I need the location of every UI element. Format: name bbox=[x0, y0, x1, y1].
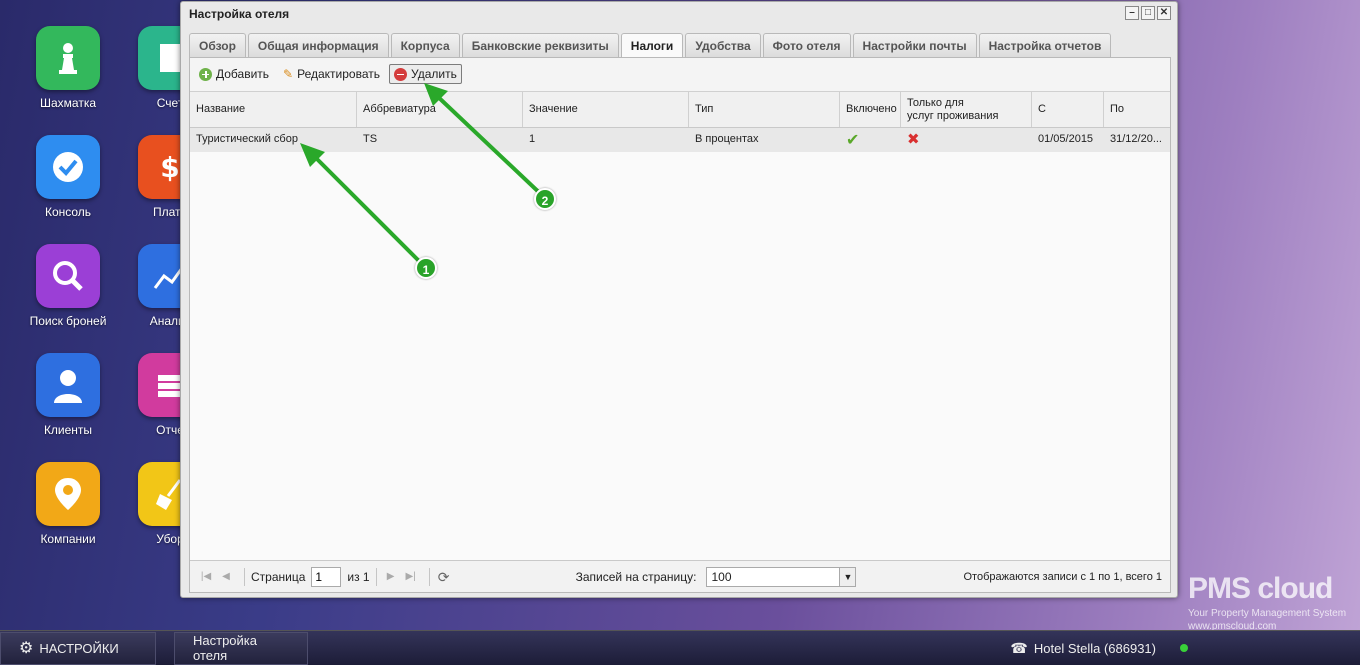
phone-icon: ☎ bbox=[1010, 639, 1028, 656]
desktop-icon-console[interactable]: Консоль bbox=[13, 135, 123, 219]
records-summary: Отображаются записи с 1 по 1, всего 1 bbox=[963, 570, 1163, 583]
person-icon bbox=[36, 353, 100, 417]
desktop-icon-search-bookings[interactable]: Поиск броней bbox=[13, 244, 123, 328]
add-button-label: Добавить bbox=[216, 67, 270, 81]
prev-page-icon[interactable]: ◀ bbox=[218, 569, 234, 585]
pmscloud-logo: PMS cloud Your Property Management Syste… bbox=[1188, 572, 1346, 632]
close-icon[interactable]: ✕ bbox=[1157, 6, 1171, 20]
tab-bank-details[interactable]: Банковские реквизиты bbox=[461, 33, 619, 57]
settings-button-label: НАСТРОЙКИ bbox=[39, 640, 119, 656]
column-header-abbreviation[interactable]: Аббревиатура bbox=[357, 92, 523, 127]
tab-report-settings[interactable]: Настройка отчетов bbox=[978, 33, 1112, 57]
desktop-icon-label: Консоль bbox=[44, 205, 92, 219]
separator bbox=[244, 567, 245, 586]
taskbar: ⚙ НАСТРОЙКИ Настройка отеля ☎ Hotel Stel… bbox=[0, 630, 1360, 665]
annotation-badge-2: 2 bbox=[534, 188, 556, 210]
column-header-from[interactable]: С bbox=[1032, 92, 1104, 127]
column-header-value[interactable]: Значение bbox=[523, 92, 689, 127]
delete-icon bbox=[394, 67, 408, 81]
per-page-label: Записей на страницу: bbox=[575, 569, 697, 584]
cell-type: В процентах bbox=[695, 133, 759, 145]
minimize-icon[interactable]: – bbox=[1125, 6, 1139, 20]
hotel-name: Hotel Stella (686931) bbox=[1033, 640, 1156, 656]
pencil-icon: ✎ bbox=[283, 67, 294, 81]
pager: |◀ ◀ Страница из 1 ▶ ▶| ⟳ Записей на стр… bbox=[190, 560, 1170, 592]
table-row[interactable]: Туристический сбор TS 1 В процентах ✔ ✖ … bbox=[190, 128, 1170, 152]
tab-taxes[interactable]: Налоги bbox=[620, 33, 684, 58]
settings-button[interactable]: ⚙ НАСТРОЙКИ bbox=[0, 631, 156, 665]
window-controls: – □ ✕ bbox=[1125, 6, 1171, 20]
cell-from: 01/05/2015 bbox=[1038, 133, 1094, 145]
delete-button[interactable]: Удалить bbox=[389, 64, 462, 84]
logo-brand: PMS cloud bbox=[1188, 572, 1333, 605]
taskbar-window-hotel-settings[interactable]: Настройка отеля bbox=[174, 631, 308, 665]
tab-bar: Обзор Общая информация Корпуса Банковски… bbox=[189, 33, 1112, 58]
window-title: Настройка отеля bbox=[189, 7, 290, 21]
chess-pawn-icon bbox=[36, 26, 100, 90]
next-page-icon[interactable]: ▶ bbox=[383, 569, 399, 585]
hotel-settings-window: Настройка отеля – □ ✕ Обзор Общая информ… bbox=[180, 1, 1178, 598]
tab-amenities[interactable]: Удобства bbox=[685, 33, 761, 57]
taxes-panel: Добавить ✎ Редактировать Удалить Названи… bbox=[189, 57, 1171, 593]
first-page-icon[interactable]: |◀ bbox=[198, 569, 214, 585]
column-header-type[interactable]: Тип bbox=[689, 92, 840, 127]
column-header-enabled[interactable]: Включено в bbox=[840, 92, 901, 127]
desktop-icon-clients[interactable]: Клиенты bbox=[13, 353, 123, 437]
page-count: из 1 bbox=[347, 569, 370, 584]
maximize-icon[interactable]: □ bbox=[1141, 6, 1155, 20]
column-header-name[interactable]: Название bbox=[190, 92, 357, 127]
magnifier-icon bbox=[36, 244, 100, 308]
edit-button-label: Редактировать bbox=[297, 67, 381, 81]
edit-button[interactable]: ✎ Редактировать bbox=[278, 64, 385, 84]
last-page-icon[interactable]: ▶| bbox=[403, 569, 419, 585]
delete-button-label: Удалить bbox=[411, 67, 457, 81]
desktop-icon-label: Компании bbox=[40, 532, 96, 546]
cross-icon: ✖ bbox=[907, 131, 920, 148]
per-page-select[interactable]: 100 ▼ bbox=[706, 566, 857, 587]
add-button[interactable]: Добавить bbox=[194, 64, 274, 84]
check-circle-icon bbox=[36, 135, 100, 199]
online-status-icon bbox=[1180, 644, 1188, 652]
separator bbox=[375, 567, 377, 586]
tab-overview[interactable]: Обзор bbox=[189, 33, 246, 57]
tab-buildings[interactable]: Корпуса bbox=[390, 33, 460, 57]
page-input[interactable] bbox=[311, 566, 342, 587]
page-label: Страница bbox=[251, 569, 306, 584]
cell-name: Туристический сбор bbox=[196, 133, 298, 145]
cell-abbreviation: TS bbox=[363, 133, 378, 145]
refresh-icon[interactable]: ⟳ bbox=[436, 569, 452, 585]
chevron-down-icon[interactable]: ▼ bbox=[839, 567, 856, 586]
separator bbox=[428, 567, 430, 586]
tab-mail-settings[interactable]: Настройки почты bbox=[852, 33, 977, 57]
desktop-icon-label: Поиск броней bbox=[29, 314, 107, 328]
cell-value: 1 bbox=[529, 133, 536, 145]
desktop-icon-companies[interactable]: Компании bbox=[13, 462, 123, 546]
per-page-value: 100 bbox=[711, 569, 732, 584]
toolbar: Добавить ✎ Редактировать Удалить bbox=[190, 58, 1170, 92]
cell-to: 31/12/20... bbox=[1110, 133, 1162, 145]
add-icon bbox=[199, 67, 212, 81]
tab-general-info[interactable]: Общая информация bbox=[247, 33, 389, 57]
annotation-badge-1: 1 bbox=[415, 257, 437, 279]
check-icon: ✔ bbox=[846, 132, 860, 149]
gear-icon: ⚙ bbox=[19, 640, 34, 657]
taskbar-window-label: Настройка отеля bbox=[193, 633, 257, 663]
tab-hotel-photos[interactable]: Фото отеля bbox=[762, 33, 851, 57]
map-pin-icon bbox=[36, 462, 100, 526]
grid-header: Название Аббревиатура Значение Тип Включ… bbox=[190, 92, 1170, 128]
column-header-only-accommodation[interactable]: Только для услуг проживания bbox=[901, 92, 1032, 127]
desktop-icon-chessboard[interactable]: Шахматка bbox=[13, 26, 123, 110]
logo-tagline: Your Property Management System bbox=[1188, 608, 1347, 619]
svg-text:$: $ bbox=[160, 151, 179, 184]
column-header-to[interactable]: По bbox=[1104, 92, 1170, 127]
desktop-icon-label: Клиенты bbox=[43, 423, 93, 437]
desktop-icon-label: Шахматка bbox=[39, 96, 96, 110]
window-title-bar[interactable]: Настройка отеля – □ ✕ bbox=[181, 2, 1177, 26]
